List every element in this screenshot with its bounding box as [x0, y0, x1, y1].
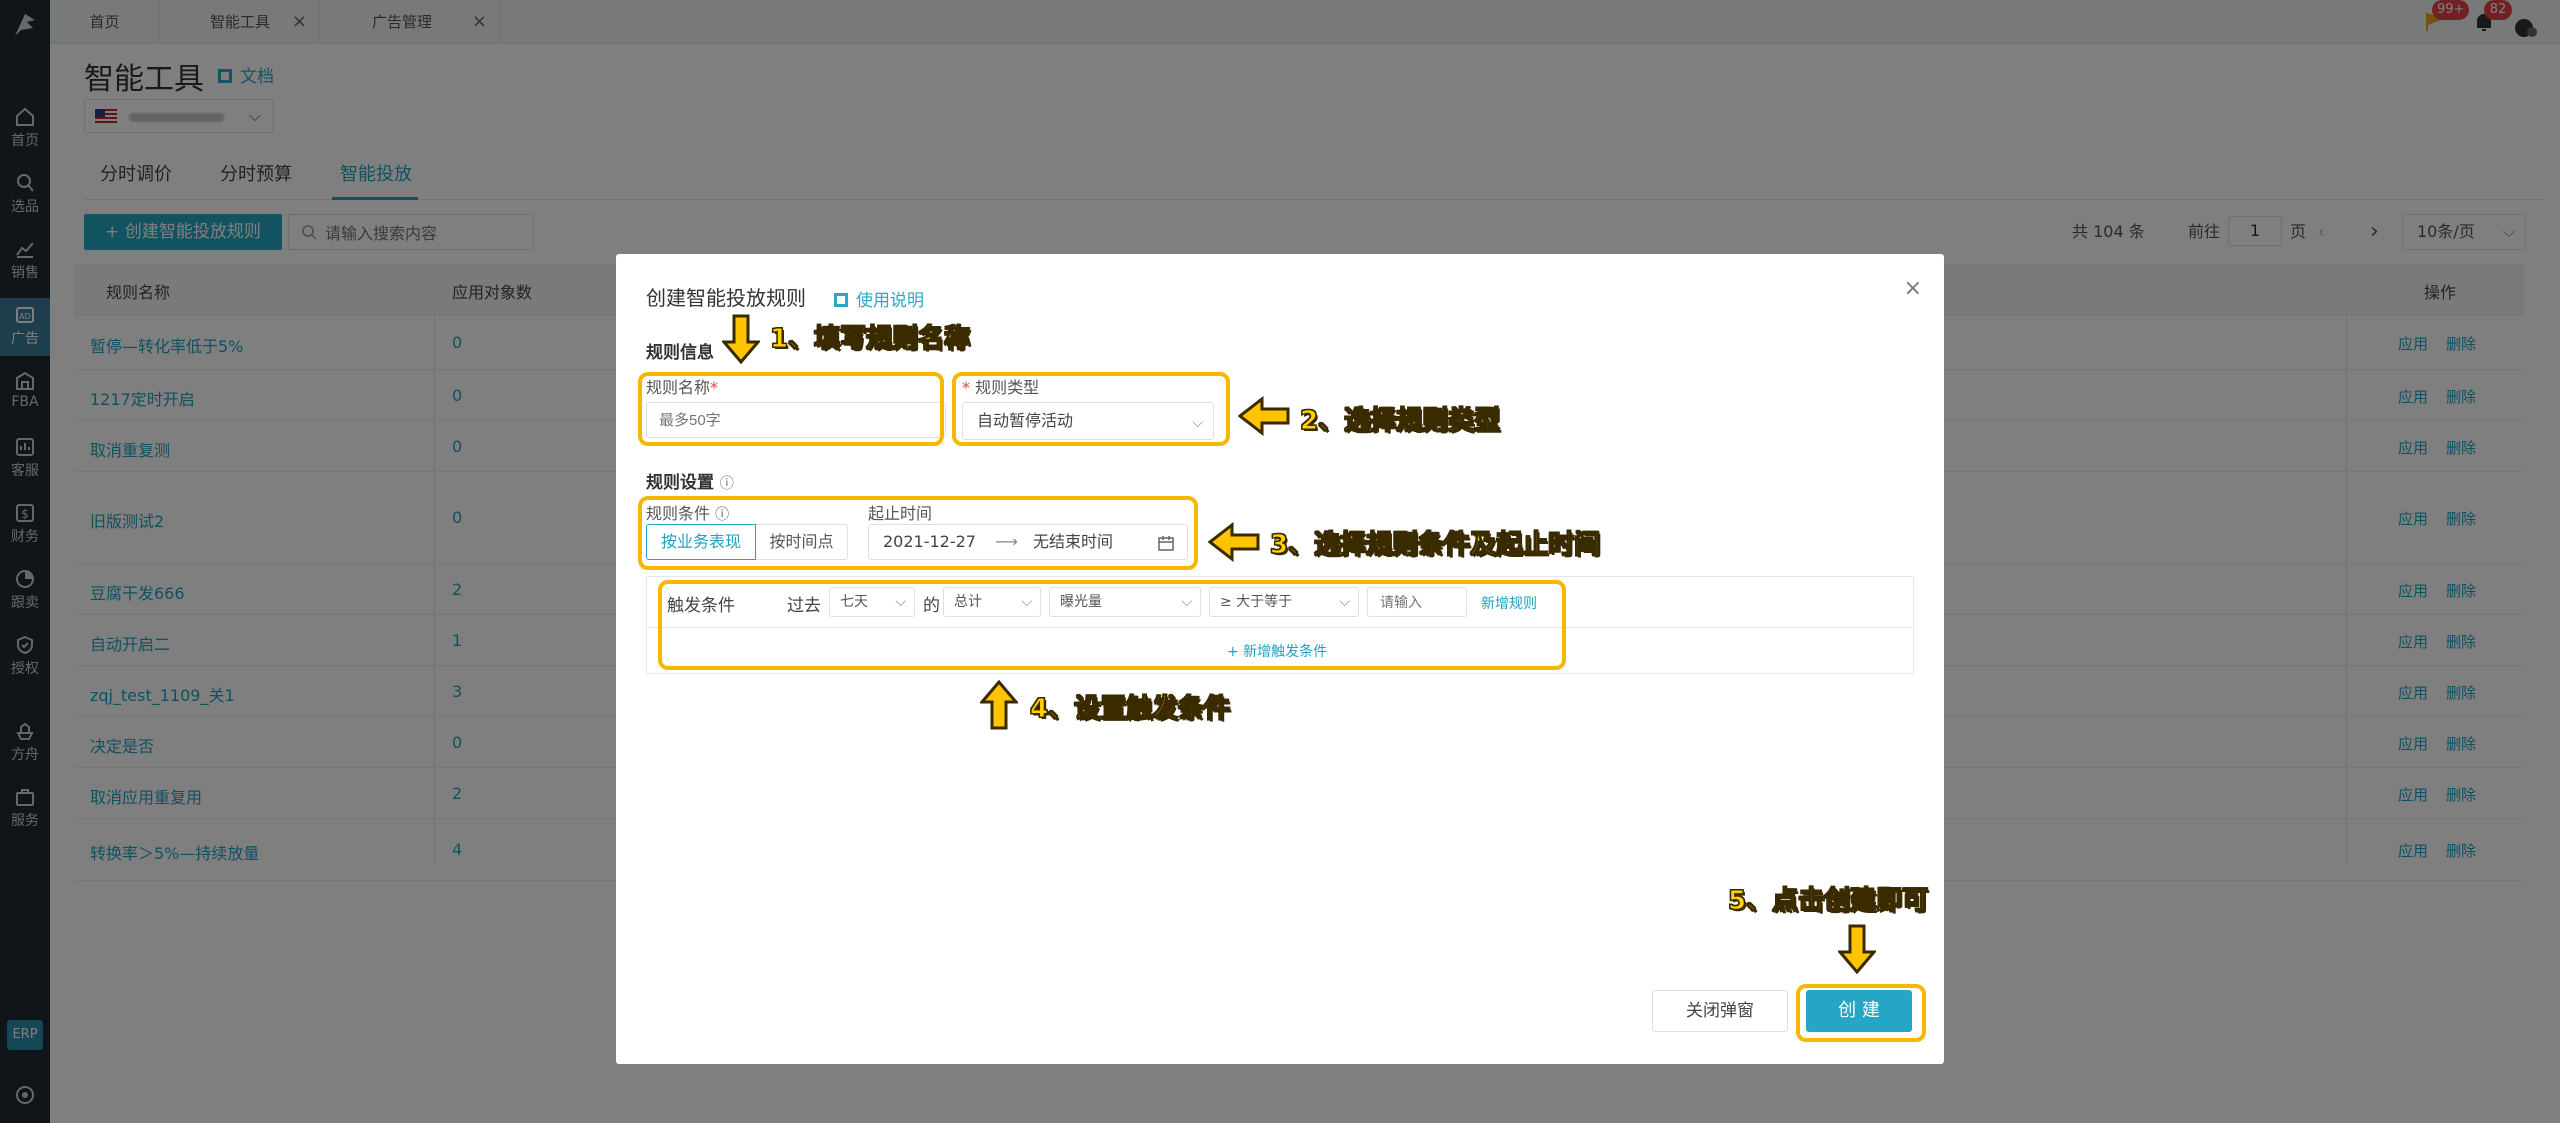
close-icon[interactable]: × — [1904, 276, 1922, 301]
annotation-step-5: 5、点击创建即可 — [1727, 886, 1929, 917]
highlight-create-button — [1796, 984, 1926, 1042]
annotation-step-3: 3、选择规则条件及起止时间 — [1269, 530, 1601, 561]
annotation-step-2: 2、选择规则类型 — [1299, 406, 1501, 437]
section-rule-settings-text: 规则设置 — [646, 473, 714, 493]
arrow-up-icon — [980, 680, 1018, 730]
info-icon[interactable]: ⓘ — [720, 476, 734, 492]
book-icon — [834, 293, 848, 307]
annotation-step-1: 1、填写规则名称 — [769, 324, 971, 355]
dialog-title: 创建智能投放规则 — [646, 286, 806, 310]
section-rule-settings: 规则设置 ⓘ — [646, 468, 734, 493]
arrow-down-icon — [722, 314, 760, 364]
close-dialog-button[interactable]: 关闭弹窗 — [1652, 990, 1788, 1032]
arrow-left-icon — [1208, 522, 1260, 562]
highlight-rule-type — [952, 372, 1230, 446]
arrow-left-icon — [1238, 396, 1290, 436]
arrow-down-icon — [1838, 924, 1876, 974]
annotation-step-4: 4、设置触发条件 — [1029, 694, 1231, 725]
usage-guide-link[interactable]: 使用说明 — [832, 286, 924, 311]
highlight-rule-condition — [638, 496, 1198, 570]
highlight-rule-name — [638, 372, 944, 446]
section-rule-info: 规则信息 — [646, 343, 714, 363]
usage-guide-label: 使用说明 — [856, 291, 924, 311]
highlight-trigger-conditions — [658, 580, 1566, 670]
